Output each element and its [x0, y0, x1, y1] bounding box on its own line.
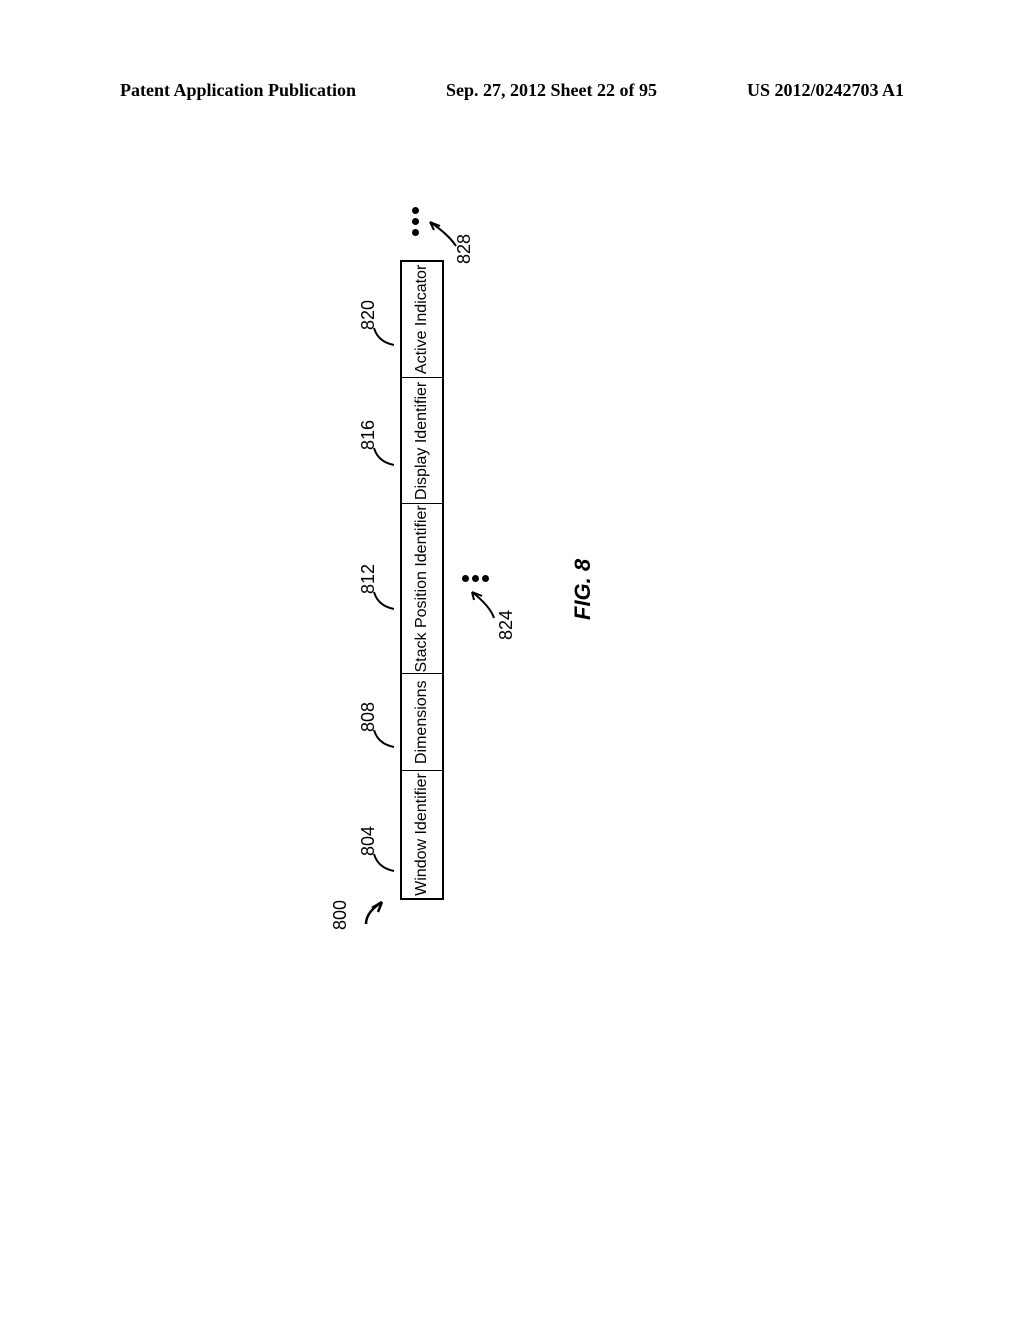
ellipsis-horizontal-icon — [412, 207, 419, 236]
ref-824: 824 — [496, 610, 517, 640]
header-left: Patent Application Publication — [120, 80, 356, 101]
header-center: Sep. 27, 2012 Sheet 22 of 95 — [446, 80, 657, 101]
data-structure-row: Window Identifier Dimensions Stack Posit… — [400, 260, 444, 900]
header-right: US 2012/0242703 A1 — [747, 80, 904, 101]
lead-line-icon — [370, 588, 398, 612]
lead-line-icon — [370, 444, 398, 468]
ref-828: 828 — [454, 234, 475, 264]
lead-line-icon — [370, 850, 398, 874]
lead-line-icon — [370, 726, 398, 750]
cell-stack-position: Stack Position Identifier — [402, 503, 442, 673]
ellipsis-vertical-icon — [462, 575, 489, 582]
figure-diagram: 800 804 808 812 816 820 Window Identifie… — [120, 180, 904, 1080]
rotated-figure: 800 804 808 812 816 820 Window Identifie… — [400, 260, 600, 900]
cell-display-identifier: Display Identifier — [402, 377, 442, 503]
page-header: Patent Application Publication Sep. 27, … — [0, 80, 1024, 101]
arrow-curve-icon — [360, 880, 395, 930]
cell-active-indicator: Active Indicator — [402, 261, 442, 377]
cell-dimensions: Dimensions — [402, 673, 442, 770]
ref-800: 800 — [330, 900, 351, 930]
lead-line-icon — [370, 324, 398, 348]
cell-window-identifier: Window Identifier — [402, 770, 442, 898]
figure-label: FIG. 8 — [570, 559, 596, 620]
